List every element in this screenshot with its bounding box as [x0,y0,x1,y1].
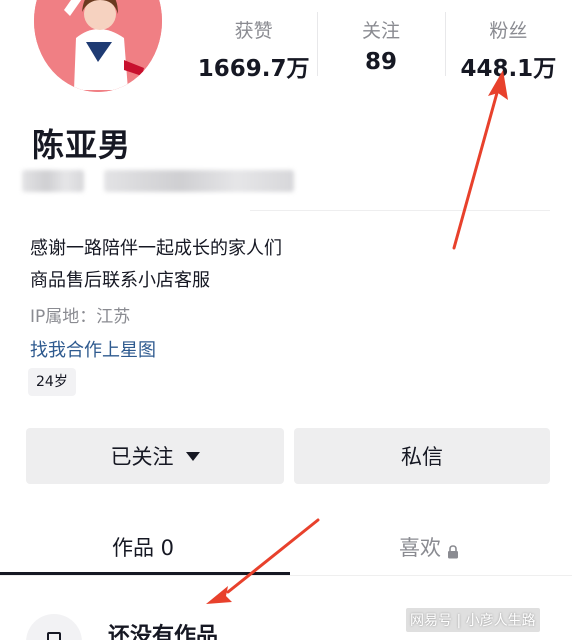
followed-label: 已关注 [110,445,174,469]
blurred-account-id [22,170,84,192]
tab-likes[interactable]: 喜欢 [286,520,572,574]
blurred-account-id [104,170,294,192]
stat-followers[interactable]: 粉丝 448.1万 [444,0,572,96]
watermark: 网易号 | 小彦人生路 [406,608,540,632]
tabs-divider [0,575,572,576]
star-cooperation-link[interactable]: 找我合作上星图 [30,336,156,362]
stat-label: 获赞 [234,20,273,42]
caret-down-icon [185,451,200,461]
tab-likes-label: 喜欢 [399,536,441,560]
message-button[interactable]: 私信 [294,428,550,484]
age-tag: 24岁 [28,368,76,396]
tab-works-label: 作品 0 [111,536,175,560]
stat-likes[interactable]: 获赞 1669.7万 [190,0,317,96]
divider [250,210,550,211]
ip-location: IP属地：江苏 [30,307,131,327]
followed-button[interactable]: 已关注 [26,428,284,484]
empty-works-title: 还没有作品 [108,624,219,640]
stat-value: 89 [364,49,397,75]
lock-icon [447,540,459,559]
avatar[interactable] [34,0,162,92]
stat-label: 关注 [361,20,400,42]
works-icon [26,614,82,640]
profile-name: 陈亚男 [32,126,132,164]
bio-line: 感谢一路陪伴一起成长的家人们 [30,238,282,259]
bio-line: 商品售后联系小店客服 [30,270,210,291]
stats-bar: 获赞 1669.7万 关注 89 粉丝 448.1万 [190,0,572,96]
annotation-arrow-followers [452,70,508,250]
tab-works[interactable]: 作品 0 [0,520,286,574]
message-label: 私信 [401,445,443,469]
stat-following[interactable]: 关注 89 [317,0,444,96]
stat-label: 粉丝 [489,20,528,42]
stat-value: 1669.7万 [197,56,310,82]
stat-value: 448.1万 [460,56,557,82]
